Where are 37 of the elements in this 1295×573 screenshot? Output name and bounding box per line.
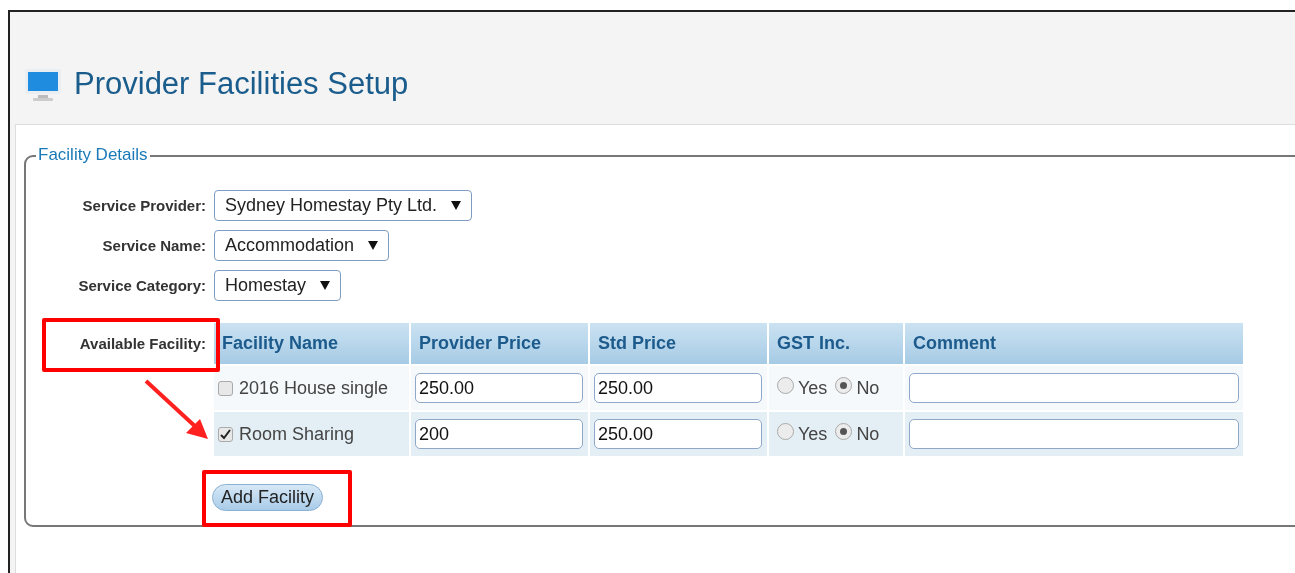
add-facility-button[interactable]: Add Facility <box>212 484 324 511</box>
comment-field[interactable] <box>909 419 1239 449</box>
price-field[interactable]: 250.00 <box>594 373 762 403</box>
checkbox[interactable] <box>218 426 233 442</box>
radio-label: No <box>856 423 880 445</box>
radio-label: No <box>856 377 880 399</box>
dropdown-select[interactable]: Accommodation <box>214 229 390 261</box>
caret-icon <box>451 200 462 210</box>
column-header: Provider Price <box>411 323 588 364</box>
facility-name: Room Sharing <box>239 423 355 445</box>
radio-button[interactable] <box>777 422 794 440</box>
field-label: Service Category: <box>78 276 206 294</box>
column-header: Comment <box>905 323 1243 364</box>
dropdown-select[interactable]: Homestay <box>214 269 342 301</box>
price-field[interactable]: 200 <box>415 419 583 449</box>
radio-button[interactable] <box>777 376 794 394</box>
column-header: Std Price <box>590 323 767 364</box>
dropdown-select[interactable]: Sydney Homestay Pty Ltd. <box>214 189 473 221</box>
price-field[interactable]: 250.00 <box>594 419 762 449</box>
page-title: Provider Facilities Setup <box>74 66 409 102</box>
caret-icon <box>320 280 331 290</box>
radio-label: Yes <box>798 377 828 399</box>
caret-icon <box>368 240 379 250</box>
field-label: Service Provider: <box>82 196 206 214</box>
column-header: Facility Name <box>214 323 409 364</box>
column-header: GST Inc. <box>769 323 903 364</box>
radio-button[interactable] <box>835 376 853 394</box>
price-field[interactable]: 250.00 <box>415 373 583 403</box>
comment-field[interactable] <box>909 373 1239 403</box>
field-label: Available Facility: <box>79 335 206 352</box>
radio-label: Yes <box>798 423 828 445</box>
radio-button[interactable] <box>835 422 853 440</box>
checkbox[interactable] <box>218 380 233 396</box>
monitor-icon <box>24 68 62 102</box>
facility-name: 2016 House single <box>239 377 389 399</box>
panel-legend: Facility Details <box>36 145 150 165</box>
field-label: Service Name: <box>102 236 206 254</box>
